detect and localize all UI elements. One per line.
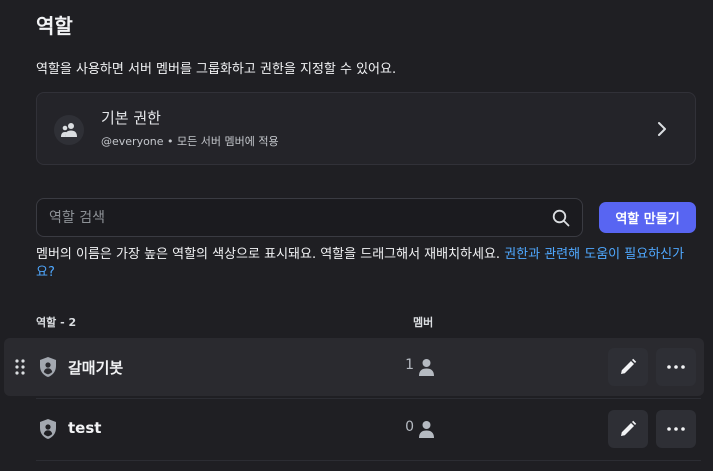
people-icon (54, 115, 84, 145)
pencil-icon (621, 420, 637, 436)
chevron-right-icon (658, 122, 666, 136)
role-shield-icon (40, 419, 56, 439)
role-row[interactable]: test 0 (4, 400, 704, 458)
more-options-button[interactable] (656, 410, 696, 448)
role-search-box (36, 198, 583, 237)
role-name: 갈매기봇 (68, 359, 124, 377)
page-description: 역할을 사용하면 서버 멤버를 그룹화하고 권한을 지정할 수 있어요. (36, 62, 397, 77)
search-icon[interactable] (552, 209, 570, 227)
roles-settings-page: 역할 역할을 사용하면 서버 멤버를 그룹화하고 권한을 지정할 수 있어요. … (0, 0, 713, 471)
help-text: 멤버의 이름은 가장 높은 역할의 색상으로 표시돼요. 역할을 드래그해서 재… (36, 247, 505, 262)
more-options-button[interactable] (656, 348, 696, 386)
pencil-icon (621, 358, 637, 374)
role-search-input[interactable] (49, 199, 549, 236)
member-count: 1 (405, 357, 414, 373)
edit-role-button[interactable] (608, 410, 648, 448)
row-divider (36, 398, 701, 399)
row-divider (36, 460, 701, 461)
drag-handle-icon[interactable] (15, 359, 25, 375)
role-row[interactable]: 갈매기봇 1 (4, 338, 704, 396)
person-icon (419, 421, 434, 438)
member-count: 0 (405, 419, 414, 435)
more-icon (667, 427, 685, 431)
role-help-text: 멤버의 이름은 가장 높은 역할의 색상으로 표시돼요. 역할을 드래그해서 재… (36, 246, 701, 282)
edit-role-button[interactable] (608, 348, 648, 386)
members-column-header: 멤버 (413, 316, 434, 329)
page-title: 역할 (36, 14, 73, 38)
role-shield-icon (40, 357, 56, 377)
person-icon (419, 359, 434, 376)
create-role-button[interactable]: 역할 만들기 (599, 202, 696, 233)
default-permissions-subtitle: @everyone • 모든 서버 멤버에 적용 (101, 135, 279, 148)
default-permissions-title: 기본 권한 (101, 109, 161, 127)
more-icon (667, 365, 685, 369)
default-permissions-card[interactable]: 기본 권한 @everyone • 모든 서버 멤버에 적용 (36, 92, 696, 165)
roles-column-header: 역할 - 2 (36, 316, 77, 329)
role-name: test (68, 419, 102, 437)
